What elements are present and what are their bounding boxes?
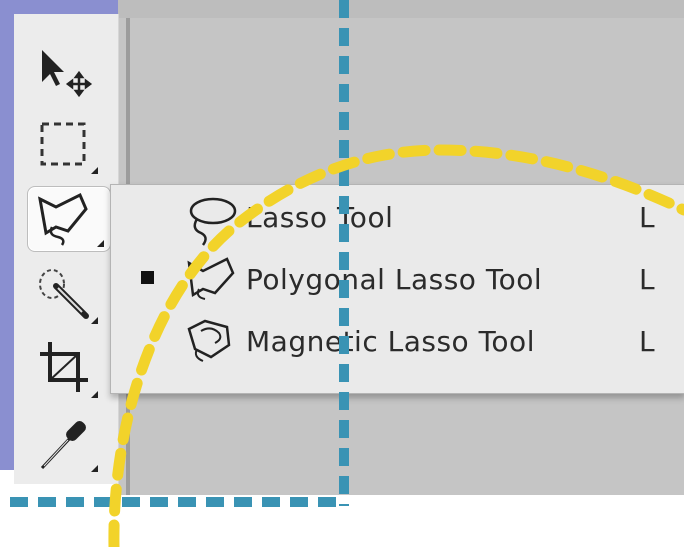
menu-item-shortcut: L [639, 263, 655, 296]
submenu-indicator-icon [91, 391, 98, 398]
selected-bullet-icon [141, 271, 154, 284]
canvas-top-bar [118, 0, 684, 18]
lasso-icon [189, 197, 237, 246]
polygonal-lasso-icon [38, 192, 88, 246]
lasso-tools-flyout-menu: Lasso Tool L Polygonal Lasso Tool L Magn… [110, 184, 684, 394]
polygonal-lasso-icon [187, 257, 235, 300]
menu-item-shortcut: L [639, 201, 655, 234]
crop-tool-button[interactable] [28, 336, 104, 402]
submenu-indicator-icon [91, 317, 98, 324]
menu-item-label: Lasso Tool [246, 201, 394, 234]
submenu-indicator-icon [97, 240, 104, 247]
menu-item-label: Polygonal Lasso Tool [246, 263, 543, 296]
menu-item-shortcut: L [639, 325, 655, 358]
submenu-indicator-icon [91, 465, 98, 472]
eyedropper-tool-button[interactable] [28, 410, 104, 476]
quick-selection-tool-button[interactable] [28, 262, 104, 328]
menu-item-lasso-tool[interactable]: Lasso Tool L [111, 187, 684, 247]
menu-item-polygonal-lasso-tool[interactable]: Polygonal Lasso Tool L [111, 249, 684, 309]
menu-item-magnetic-lasso-tool[interactable]: Magnetic Lasso Tool L [111, 311, 684, 371]
menu-item-label: Magnetic Lasso Tool [246, 325, 535, 358]
window-edge-left [0, 0, 14, 470]
move-tool-button[interactable] [28, 40, 104, 106]
magnetic-lasso-icon [187, 319, 231, 362]
marquee-tool-button[interactable] [28, 112, 104, 178]
submenu-indicator-icon [91, 167, 98, 174]
move-icon [42, 50, 93, 98]
polygonal-lasso-tool-button[interactable] [27, 186, 111, 252]
